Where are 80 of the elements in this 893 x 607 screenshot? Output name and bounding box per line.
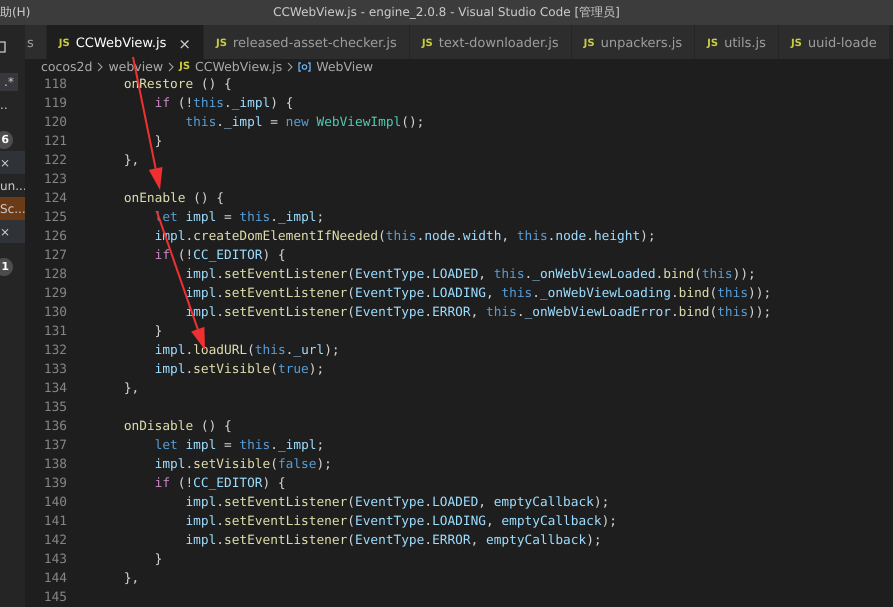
js-file-icon: JS: [707, 38, 718, 49]
line-number: 141: [42, 514, 67, 529]
line-number: 128: [42, 267, 67, 282]
breadcrumb-item[interactable]: cocos2d: [41, 59, 92, 74]
code-line: },: [122, 153, 140, 168]
line-number: 140: [42, 495, 67, 510]
editor-tab[interactable]: JS CCWebView.js ×: [46, 25, 204, 59]
editor-tab[interactable]: s: [25, 25, 47, 59]
line-number: 138: [42, 457, 67, 472]
code-line: impl.setEventListener(EventType.LOADED, this._onWebViewLoaded.bind(this));: [184, 267, 756, 282]
files-icon[interactable]: [0, 40, 6, 54]
code-line: if (!CC_EDITOR) {: [154, 248, 286, 263]
code-line: impl.setVisible(true);: [154, 362, 324, 377]
line-number: 129: [42, 286, 67, 301]
editor-tab[interactable]: JS unpackers.js: [572, 25, 696, 59]
line-number: 118: [42, 77, 67, 92]
code-line: impl.setVisible(false);: [154, 457, 332, 472]
js-file-icon: JS: [584, 38, 595, 49]
code-line: impl.setEventListener(EventType.LOADING, this._onWebViewLoading.bind(this));: [184, 286, 772, 301]
line-number: 120: [42, 115, 67, 130]
js-file-icon: JS: [58, 38, 70, 49]
editor-tab[interactable]: JS text-downloader.js: [410, 25, 572, 59]
code-line: impl.setEventListener(EventType.LOADING, emptyCallback);: [184, 514, 618, 529]
editor-tab[interactable]: JS utils.js: [695, 25, 779, 59]
code-line: },: [122, 381, 140, 396]
code-line: }: [154, 552, 162, 567]
symbol-icon: [298, 62, 312, 72]
line-number: 134: [42, 381, 67, 396]
menu-item[interactable]: 助(H): [0, 4, 30, 21]
js-file-icon: JS: [216, 38, 227, 49]
line-number: 135: [42, 400, 67, 415]
line-number: 145: [42, 590, 67, 605]
line-number: 127: [42, 248, 67, 263]
count-badge: 1: [0, 258, 13, 276]
breadcrumb-item[interactable]: WebView: [316, 59, 374, 74]
count-badge: 6: [0, 130, 13, 148]
code-line: impl.setEventListener(EventType.LOADED, emptyCallback);: [184, 495, 610, 510]
code-line: if (!CC_EDITOR) {: [154, 476, 286, 491]
line-number: 142: [42, 533, 67, 548]
line-number: 119: [42, 96, 67, 111]
line-number: 132: [42, 343, 67, 358]
line-number: 143: [42, 552, 67, 567]
chevron-icon: [96, 62, 104, 72]
chevron-icon: [286, 62, 294, 72]
code-line: }: [154, 134, 162, 149]
code-line: impl.setEventListener(EventType.ERROR, emptyCallback);: [184, 533, 602, 548]
line-number: 139: [42, 476, 67, 491]
editor-tab[interactable]: JS released-asset-checker.js: [204, 25, 410, 59]
code-line: },: [122, 571, 140, 586]
editor-tab[interactable]: JS uuid-loade: [778, 25, 890, 59]
line-number: 131: [42, 324, 67, 339]
line-number: 123: [42, 172, 67, 187]
code-line: onEnable () {: [122, 191, 224, 206]
close-icon[interactable]: ×: [178, 34, 191, 52]
line-number: 137: [42, 438, 67, 453]
line-number: 124: [42, 191, 67, 206]
chevron-icon: [167, 62, 176, 72]
sidebar-item[interactable]: un...: [0, 174, 25, 197]
line-number: 121: [42, 134, 67, 149]
js-file-icon: JS: [179, 61, 190, 72]
window-title: CCWebView.js - engine_2.0.8 - Visual Studio Code [管理员]: [273, 4, 620, 21]
js-file-icon: JS: [422, 38, 433, 49]
sidebar-item[interactable]: .*: [0, 72, 18, 90]
line-number: 122: [42, 153, 67, 168]
js-file-icon: JS: [790, 38, 802, 49]
line-number: 126: [42, 229, 67, 244]
code-line: if (!this._impl) {: [154, 96, 294, 111]
line-number: 136: [42, 419, 67, 434]
code-line: onDisable () {: [122, 419, 232, 434]
sidebar-item[interactable]: Sc...: [0, 197, 25, 220]
breadcrumb-item[interactable]: CCWebView.js: [195, 59, 282, 74]
sidebar-item[interactable]: ..: [0, 93, 25, 116]
line-number: 130: [42, 305, 67, 320]
line-number: 144: [42, 571, 67, 586]
code-line: let impl = this._impl;: [154, 438, 324, 453]
code-line: this._impl = new WebViewImpl();: [184, 115, 424, 130]
line-number: 125: [42, 210, 67, 225]
code-line: }: [154, 324, 162, 339]
line-number: 133: [42, 362, 67, 377]
code-line: impl.loadURL(this._url);: [154, 343, 340, 358]
